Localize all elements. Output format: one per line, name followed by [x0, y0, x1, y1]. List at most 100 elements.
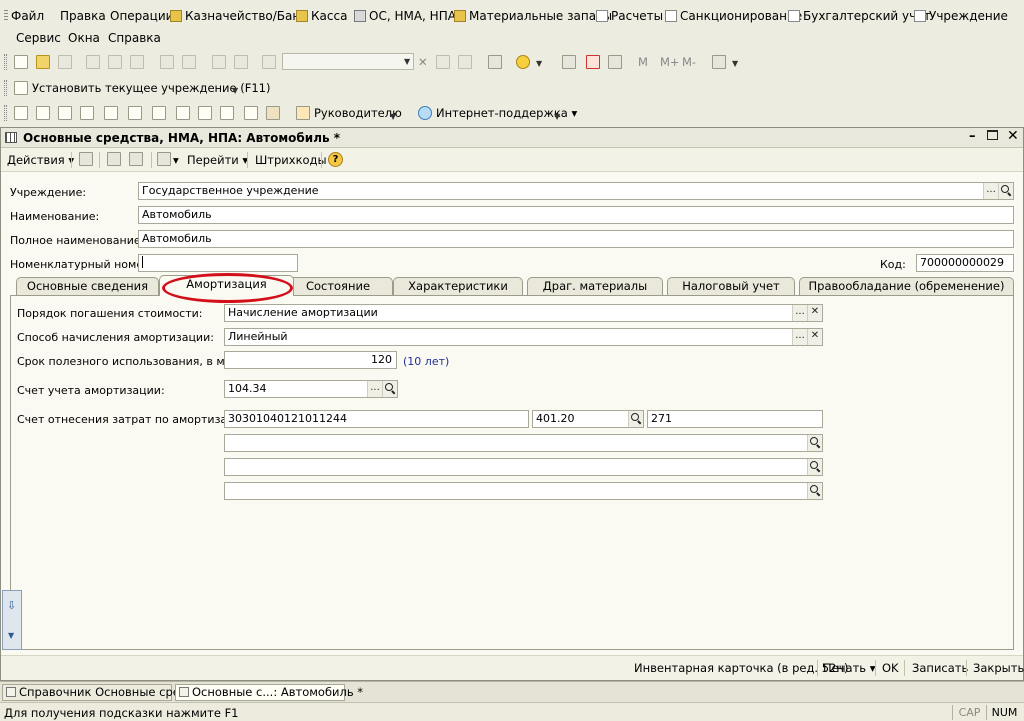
help-icon[interactable]: ?: [328, 152, 343, 167]
term-field[interactable]: 120: [224, 351, 397, 369]
repayment-select-button[interactable]: ...: [792, 305, 807, 321]
method-field[interactable]: Линейный: [224, 328, 823, 346]
search-combo-arrow-icon[interactable]: ▼: [404, 57, 410, 66]
close-window-icon[interactable]: ✕: [1007, 128, 1019, 144]
report-ledger-icon[interactable]: [104, 106, 118, 120]
manager-dropdown-icon[interactable]: ▼: [390, 112, 396, 121]
tab-tax-accounting[interactable]: Налоговый учет: [667, 277, 795, 296]
report-dtkt-icon[interactable]: [220, 106, 234, 120]
report-chess-icon[interactable]: [198, 106, 212, 120]
open-folder-icon[interactable]: [36, 55, 50, 69]
minimize-icon[interactable]: –: [969, 129, 976, 144]
internet-support-dropdown-icon[interactable]: ▼: [554, 112, 560, 121]
find-icon[interactable]: [262, 55, 276, 69]
tab-state[interactable]: Состояние: [283, 277, 393, 296]
settings-icon[interactable]: [712, 55, 726, 69]
menu-fixed-assets[interactable]: ОС, НМА, НПА: [354, 9, 456, 23]
menu-inventory[interactable]: Материальные запасы: [454, 9, 612, 23]
cost-analytics-field-2[interactable]: [224, 458, 823, 476]
report-users-icon[interactable]: [80, 106, 94, 120]
refresh-icon[interactable]: [107, 152, 121, 166]
search-prev-icon[interactable]: [458, 55, 472, 69]
menu-service[interactable]: Сервис: [16, 31, 61, 45]
redo-icon[interactable]: [234, 55, 248, 69]
post-document-icon[interactable]: [79, 152, 93, 166]
close-button[interactable]: Закрыть: [973, 661, 1024, 675]
ok-button[interactable]: OK: [882, 661, 899, 675]
based-on-dropdown-icon[interactable]: ▾: [173, 153, 179, 167]
cost-analytics-open-button-2[interactable]: [807, 459, 822, 475]
report-card-icon[interactable]: [128, 106, 142, 120]
new-document-icon[interactable]: [14, 55, 28, 69]
menu-accounting[interactable]: Бухгалтерский учет: [788, 9, 931, 23]
memory-minus-button[interactable]: M-: [682, 55, 696, 69]
set-institution-dropdown-icon[interactable]: ▼: [232, 86, 238, 95]
toolbar-grip[interactable]: [4, 54, 7, 70]
goto-menu[interactable]: Перейти ▾: [187, 153, 248, 167]
cost-kosgu-field[interactable]: 271: [647, 410, 823, 428]
institution-open-button[interactable]: [998, 183, 1013, 199]
repayment-clear-button[interactable]: ✕: [807, 305, 822, 321]
tab-characteristics[interactable]: Характеристики: [393, 277, 523, 296]
cost-subaccount-open-button[interactable]: [628, 411, 643, 427]
report-analysis-icon[interactable]: [152, 106, 166, 120]
fullname-field[interactable]: Автомобиль: [138, 230, 1014, 248]
code-field[interactable]: 700000000029: [916, 254, 1014, 272]
cost-analytics-field-1[interactable]: [224, 434, 823, 452]
task-car-form[interactable]: Основные с...: Автомобиль *: [175, 684, 363, 701]
manager-menu[interactable]: Руководителю: [314, 106, 402, 120]
cost-analytics-field-3[interactable]: [224, 482, 823, 500]
method-clear-button[interactable]: ✕: [807, 329, 822, 345]
institution-field[interactable]: Государственное учреждение: [138, 182, 1014, 200]
report-chart-icon[interactable]: [266, 106, 280, 120]
print-preview-icon[interactable]: [182, 55, 196, 69]
print-icon[interactable]: [160, 55, 174, 69]
cost-analytics-open-button-3[interactable]: [807, 483, 822, 499]
report-balance-icon[interactable]: [36, 106, 50, 120]
memory-plus-button[interactable]: M+: [660, 55, 680, 69]
copy-icon[interactable]: [108, 55, 122, 69]
cut-icon[interactable]: [86, 55, 100, 69]
based-on-icon[interactable]: [157, 152, 171, 166]
menu-cash[interactable]: Касса: [296, 9, 347, 23]
report-sigma-icon[interactable]: [14, 106, 28, 120]
menu-operations[interactable]: Операции: [110, 9, 173, 23]
paste-icon[interactable]: [130, 55, 144, 69]
report-turnover-icon[interactable]: [176, 106, 190, 120]
search-next-icon[interactable]: [436, 55, 450, 69]
side-panel-grip[interactable]: ⇩ ▼: [2, 590, 22, 650]
memory-m-button[interactable]: M: [638, 55, 648, 69]
toolbar-grip[interactable]: [4, 105, 7, 121]
info-icon[interactable]: [516, 55, 530, 69]
settings-dropdown-icon[interactable]: ▼: [732, 59, 738, 68]
institution-select-button[interactable]: ...: [983, 183, 998, 199]
save-button[interactable]: Записать: [912, 661, 968, 675]
tab-ownership[interactable]: Правообладание (обременение): [799, 277, 1014, 296]
menu-edit[interactable]: Правка: [60, 9, 106, 23]
search-combo[interactable]: [282, 53, 414, 70]
print-menu[interactable]: Печать ▾: [823, 661, 875, 675]
copy-record-icon[interactable]: [129, 152, 143, 166]
menu-settlements[interactable]: Расчеты: [596, 9, 663, 23]
menu-help[interactable]: Справка: [108, 31, 161, 45]
report-table-icon[interactable]: [244, 106, 258, 120]
cost-account-field[interactable]: 30301040121011244: [224, 410, 529, 428]
clear-search-icon[interactable]: ✕: [418, 55, 428, 69]
restore-icon[interactable]: [987, 130, 998, 140]
method-select-button[interactable]: ...: [792, 329, 807, 345]
undo-icon[interactable]: [212, 55, 226, 69]
name-field[interactable]: Автомобиль: [138, 206, 1014, 224]
menu-sanction[interactable]: Санкционирование: [665, 9, 802, 23]
cost-analytics-open-button-1[interactable]: [807, 435, 822, 451]
barcodes-button[interactable]: Штрихкоды: [255, 153, 327, 167]
task-fixed-assets-catalog[interactable]: Справочник Основные сре...: [2, 684, 191, 701]
info-dropdown-icon[interactable]: ▼: [536, 59, 542, 68]
amortization-account-open-button[interactable]: [382, 381, 397, 397]
menu-institution[interactable]: Учреждение: [914, 9, 1008, 23]
users-icon[interactable]: [608, 55, 622, 69]
tab-main-info[interactable]: Основные сведения: [16, 277, 159, 296]
menu-windows[interactable]: Окна: [68, 31, 100, 45]
save-icon[interactable]: [58, 55, 72, 69]
report-journal-icon[interactable]: [58, 106, 72, 120]
menu-treasury[interactable]: Казначейство/Банк: [170, 9, 307, 23]
